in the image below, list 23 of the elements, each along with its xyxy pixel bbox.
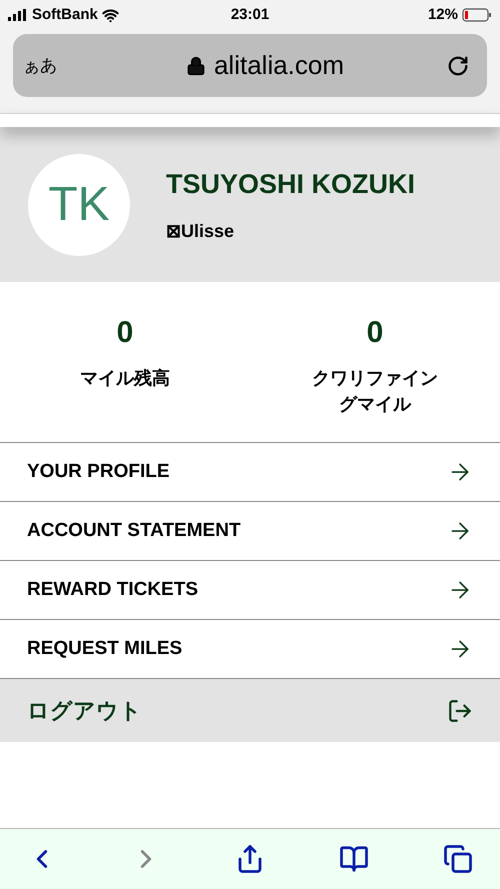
stat-label: クワリファイングマイル: [311, 367, 439, 416]
battery-icon: [462, 8, 492, 22]
carrier-name: SoftBank: [32, 4, 98, 25]
clock-time: 23:01: [230, 4, 270, 25]
logout-icon: [447, 698, 473, 724]
battery-percent: 12%: [428, 4, 458, 25]
tier-label: ⊠Ulisse: [166, 220, 234, 244]
reload-icon[interactable]: [447, 54, 469, 76]
stat-label: マイル残高: [79, 367, 171, 390]
wifi-icon: [102, 6, 119, 24]
menu-item[interactable]: REWARD TICKETS: [0, 560, 500, 619]
address-bar[interactable]: ぁあ alitalia.com: [13, 34, 487, 97]
stat-value: 0: [366, 315, 384, 351]
menu-item[interactable]: ACCOUNT STATEMENT: [0, 501, 500, 560]
lock-icon: [186, 56, 206, 76]
signal-icon: [8, 9, 28, 21]
url-text: alitalia.com: [214, 49, 344, 82]
menu-item[interactable]: YOUR PROFILE: [0, 442, 500, 501]
stat-value: 0: [116, 315, 134, 351]
text-size-button[interactable]: ぁあ: [23, 52, 83, 78]
avatar: TK: [28, 154, 130, 256]
member-name: TSUYOSHI KOZUKI: [166, 168, 416, 201]
logout-button[interactable]: ログアウト: [0, 678, 500, 742]
